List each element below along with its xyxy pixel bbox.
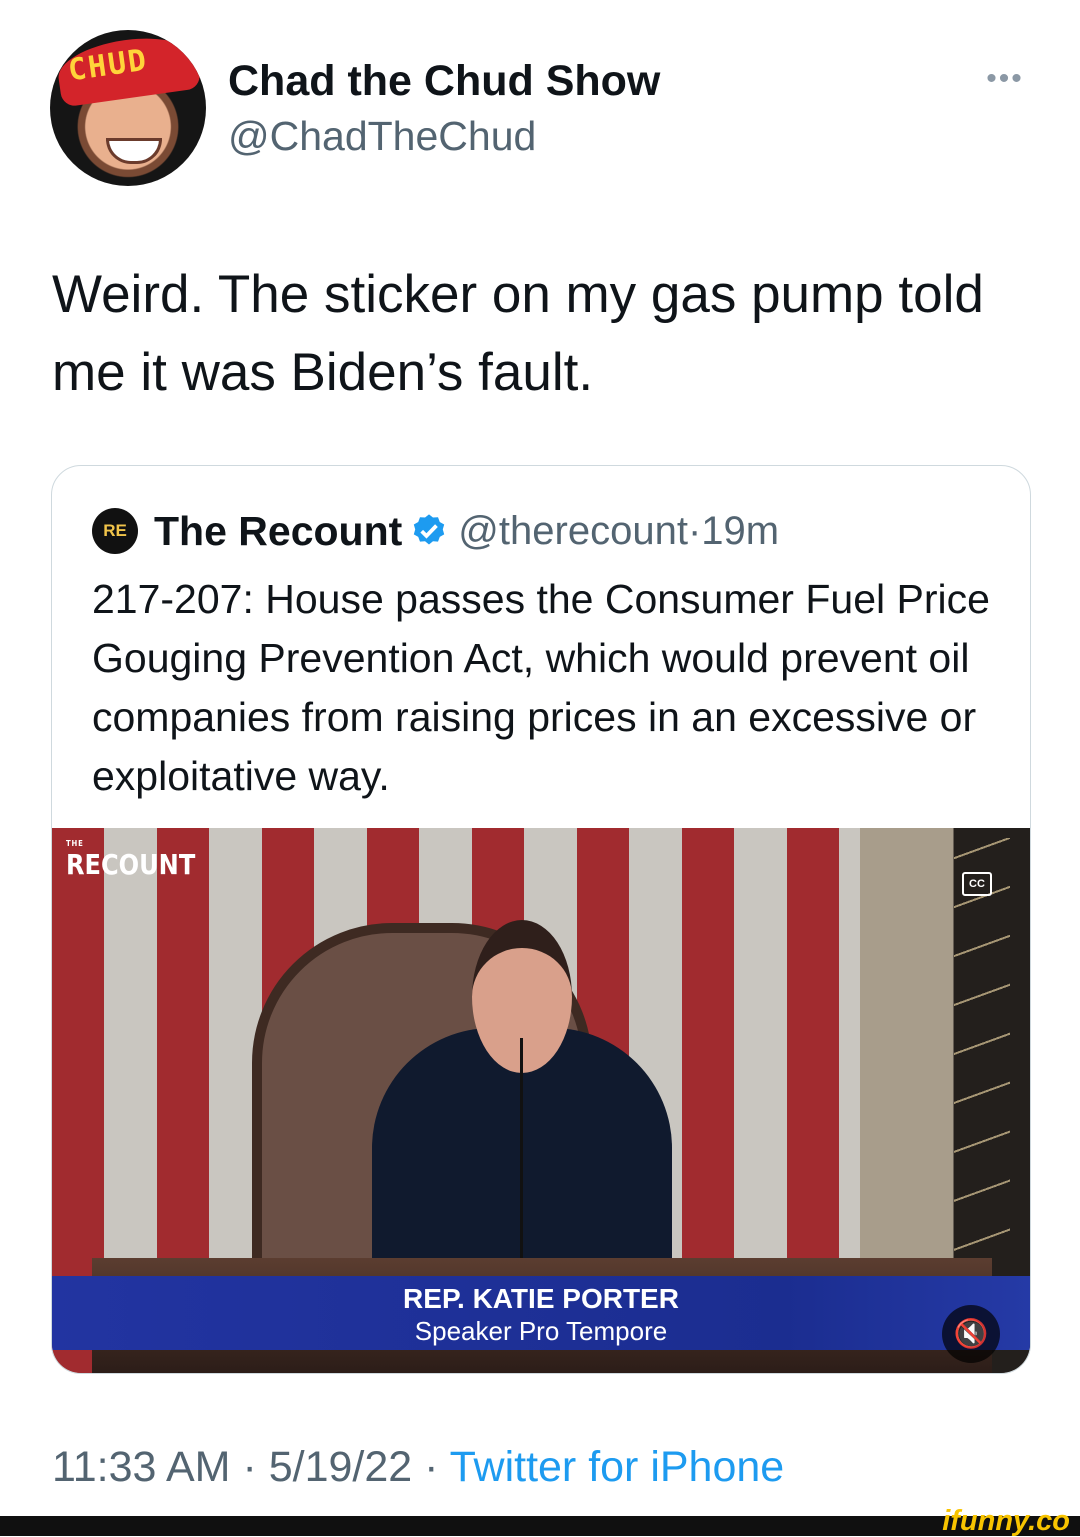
ifunny-watermark: ifunny.co xyxy=(942,1505,1070,1537)
the-recount-logo-icon[interactable]: RE xyxy=(92,508,138,554)
quoted-tweet-header: RE The Recount @therecount · 19m xyxy=(92,504,779,558)
quoted-author-handle[interactable]: @therecount xyxy=(458,509,688,554)
lower-third-name: REP. KATIE PORTER xyxy=(403,1283,679,1314)
recount-video-watermark: THE RECOUNT xyxy=(66,839,196,882)
author-avatar[interactable]: CHUD xyxy=(50,30,206,186)
video-microphone xyxy=(520,1038,543,1278)
bottom-watermark-bar xyxy=(0,1516,1080,1536)
tweet-text: Weird. The sticker on my gas pump told m… xyxy=(52,265,984,402)
quoted-tweet-time[interactable]: 19m xyxy=(701,509,779,554)
quoted-video[interactable]: THE RECOUNT CC REP. KATIE PORTER Speaker… xyxy=(52,828,1030,1373)
more-options-icon[interactable]: ••• xyxy=(980,62,1030,98)
footer-separator: · xyxy=(412,1443,450,1491)
footer-separator: · xyxy=(230,1443,269,1491)
author-name[interactable]: Chad the Chud Show xyxy=(228,57,660,105)
quoted-author-name[interactable]: The Recount xyxy=(154,508,402,555)
lower-third-role: Speaker Pro Tempore xyxy=(414,1316,668,1346)
avatar-smile xyxy=(106,138,162,164)
watermark-text: RECOUNT xyxy=(66,848,196,881)
closed-captions-button[interactable]: CC xyxy=(962,872,992,896)
speaker-muted-icon[interactable]: 🔇 xyxy=(942,1305,1000,1363)
tweet-date: 5/19/22 xyxy=(268,1443,413,1491)
quoted-tweet-card[interactable]: RE The Recount @therecount · 19m 217-207… xyxy=(51,465,1031,1374)
tweet-footer: 11:33 AM · 5/19/22 · Twitter for iPhone xyxy=(52,1438,784,1496)
tweet-source-link[interactable]: Twitter for iPhone xyxy=(450,1443,785,1491)
watermark-small-text: THE xyxy=(66,839,84,848)
meta-separator: · xyxy=(687,508,702,553)
verified-badge-icon xyxy=(414,514,445,545)
tweet-time: 11:33 AM xyxy=(52,1443,231,1491)
quoted-tweet-text: 217-207: House passes the Consumer Fuel … xyxy=(92,576,990,799)
author-handle[interactable]: @ChadTheChud xyxy=(228,113,536,159)
